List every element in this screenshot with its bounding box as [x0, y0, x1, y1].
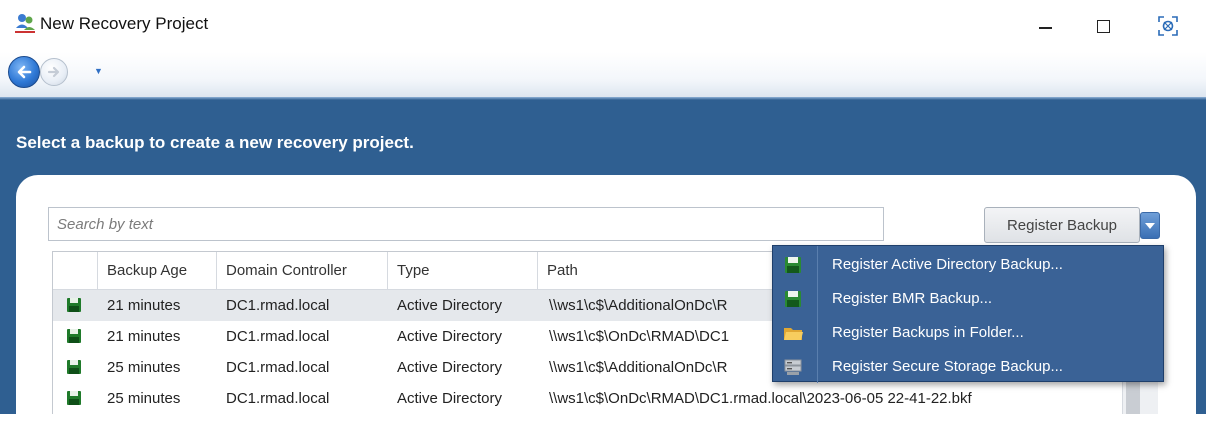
- title-bar: New Recovery Project: [0, 0, 1206, 52]
- history-dropdown-icon[interactable]: ▼: [94, 66, 103, 76]
- page-heading: Select a backup to create a new recovery…: [16, 133, 414, 152]
- type-cell: Active Directory: [397, 328, 503, 345]
- forward-arrow-icon: [47, 66, 60, 78]
- close-button[interactable]: [1145, 8, 1191, 44]
- chevron-down-icon: [1145, 222, 1155, 229]
- minimize-button[interactable]: [1022, 8, 1068, 44]
- domain-controller-cell: DC1.rmad.local: [226, 390, 330, 407]
- menu-item-label: Register Active Directory Backup...: [832, 256, 1063, 273]
- type-cell: Active Directory: [397, 297, 503, 314]
- domain-controller-cell: DC1.rmad.local: [226, 359, 330, 376]
- disk-icon: [67, 391, 81, 405]
- menu-item-register-backups-in-folder[interactable]: Register Backups in Folder...: [773, 316, 1163, 350]
- disk-icon: [785, 257, 801, 273]
- table-row[interactable]: 25 minutes DC1.rmad.local Active Directo…: [53, 383, 1157, 414]
- domain-controller-cell: DC1.rmad.local: [226, 328, 330, 345]
- backup-age-cell: 21 minutes: [107, 297, 181, 314]
- storage-server-icon: [784, 359, 802, 375]
- menu-item-label: Register Secure Storage Backup...: [832, 358, 1063, 375]
- maximize-button[interactable]: [1080, 8, 1126, 44]
- column-header-backup-age[interactable]: Backup Age: [98, 252, 217, 290]
- backup-age-cell: 25 minutes: [107, 390, 181, 407]
- column-header-type[interactable]: Type: [388, 252, 538, 290]
- backup-age-cell: 21 minutes: [107, 328, 181, 345]
- menu-item-label: Register BMR Backup...: [832, 290, 993, 307]
- menu-item-register-ad-backup[interactable]: Register Active Directory Backup...: [773, 248, 1163, 282]
- navigation-bar: ▼: [0, 52, 1206, 97]
- back-button[interactable]: [8, 56, 40, 88]
- search-input[interactable]: [48, 207, 884, 241]
- forward-button[interactable]: [40, 58, 68, 86]
- column-header-icon[interactable]: [53, 252, 98, 290]
- domain-controller-cell: DC1.rmad.local: [226, 297, 330, 314]
- close-icon: [1158, 16, 1178, 36]
- path-cell: \\ws1\c$\OnDc\RMAD\DC1: [549, 328, 730, 345]
- register-backup-button[interactable]: Register Backup: [984, 207, 1140, 243]
- disk-icon: [67, 298, 81, 312]
- recovery-app-icon: [15, 14, 35, 33]
- minimize-icon: [1038, 27, 1052, 29]
- register-backup-dropdown-button[interactable]: [1140, 212, 1160, 239]
- menu-item-register-bmr-backup[interactable]: Register BMR Backup...: [773, 282, 1163, 316]
- path-cell: \\ws1\c$\OnDc\RMAD\DC1.rmad.local\2023-0…: [549, 390, 972, 407]
- menu-item-register-secure-storage-backup[interactable]: Register Secure Storage Backup...: [773, 350, 1163, 384]
- register-backup-menu: Register Active Directory Backup... Regi…: [772, 245, 1164, 384]
- backup-age-cell: 25 minutes: [107, 359, 181, 376]
- disk-icon: [67, 360, 81, 374]
- type-cell: Active Directory: [397, 359, 503, 376]
- column-header-domain-controller[interactable]: Domain Controller: [217, 252, 388, 290]
- disk-icon: [67, 329, 81, 343]
- maximize-icon: [1096, 19, 1110, 33]
- folder-icon: [784, 328, 803, 340]
- disk-icon: [785, 291, 801, 307]
- menu-item-label: Register Backups in Folder...: [832, 324, 1024, 341]
- back-arrow-icon: [17, 65, 32, 79]
- path-cell: \\ws1\c$\AdditionalOnDc\R: [549, 359, 728, 376]
- path-cell: \\ws1\c$\AdditionalOnDc\R: [549, 297, 728, 314]
- type-cell: Active Directory: [397, 390, 503, 407]
- window-title: New Recovery Project: [40, 14, 209, 33]
